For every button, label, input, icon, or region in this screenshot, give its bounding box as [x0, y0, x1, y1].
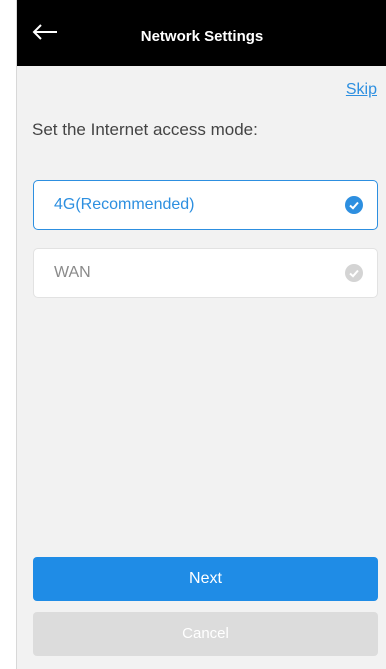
next-button[interactable]: Next	[33, 557, 378, 601]
header-bar: Network Settings	[17, 0, 386, 66]
arrow-left-icon	[32, 24, 57, 40]
page-title: Network Settings	[140, 28, 264, 45]
back-button[interactable]	[29, 16, 61, 48]
option-4g-label: 4G(Recommended)	[54, 196, 195, 213]
cancel-button[interactable]: Cancel	[33, 612, 378, 656]
skip-link[interactable]: Skip	[346, 81, 377, 99]
option-wan[interactable]: WAN	[33, 248, 378, 298]
option-4g[interactable]: 4G(Recommended)	[33, 180, 378, 230]
app-screen: Network Settings Skip Set the Internet a…	[16, 0, 386, 669]
access-mode-prompt: Set the Internet access mode:	[32, 120, 258, 139]
check-circle-icon	[345, 264, 363, 282]
check-circle-icon	[345, 196, 363, 214]
option-wan-label: WAN	[54, 264, 91, 281]
